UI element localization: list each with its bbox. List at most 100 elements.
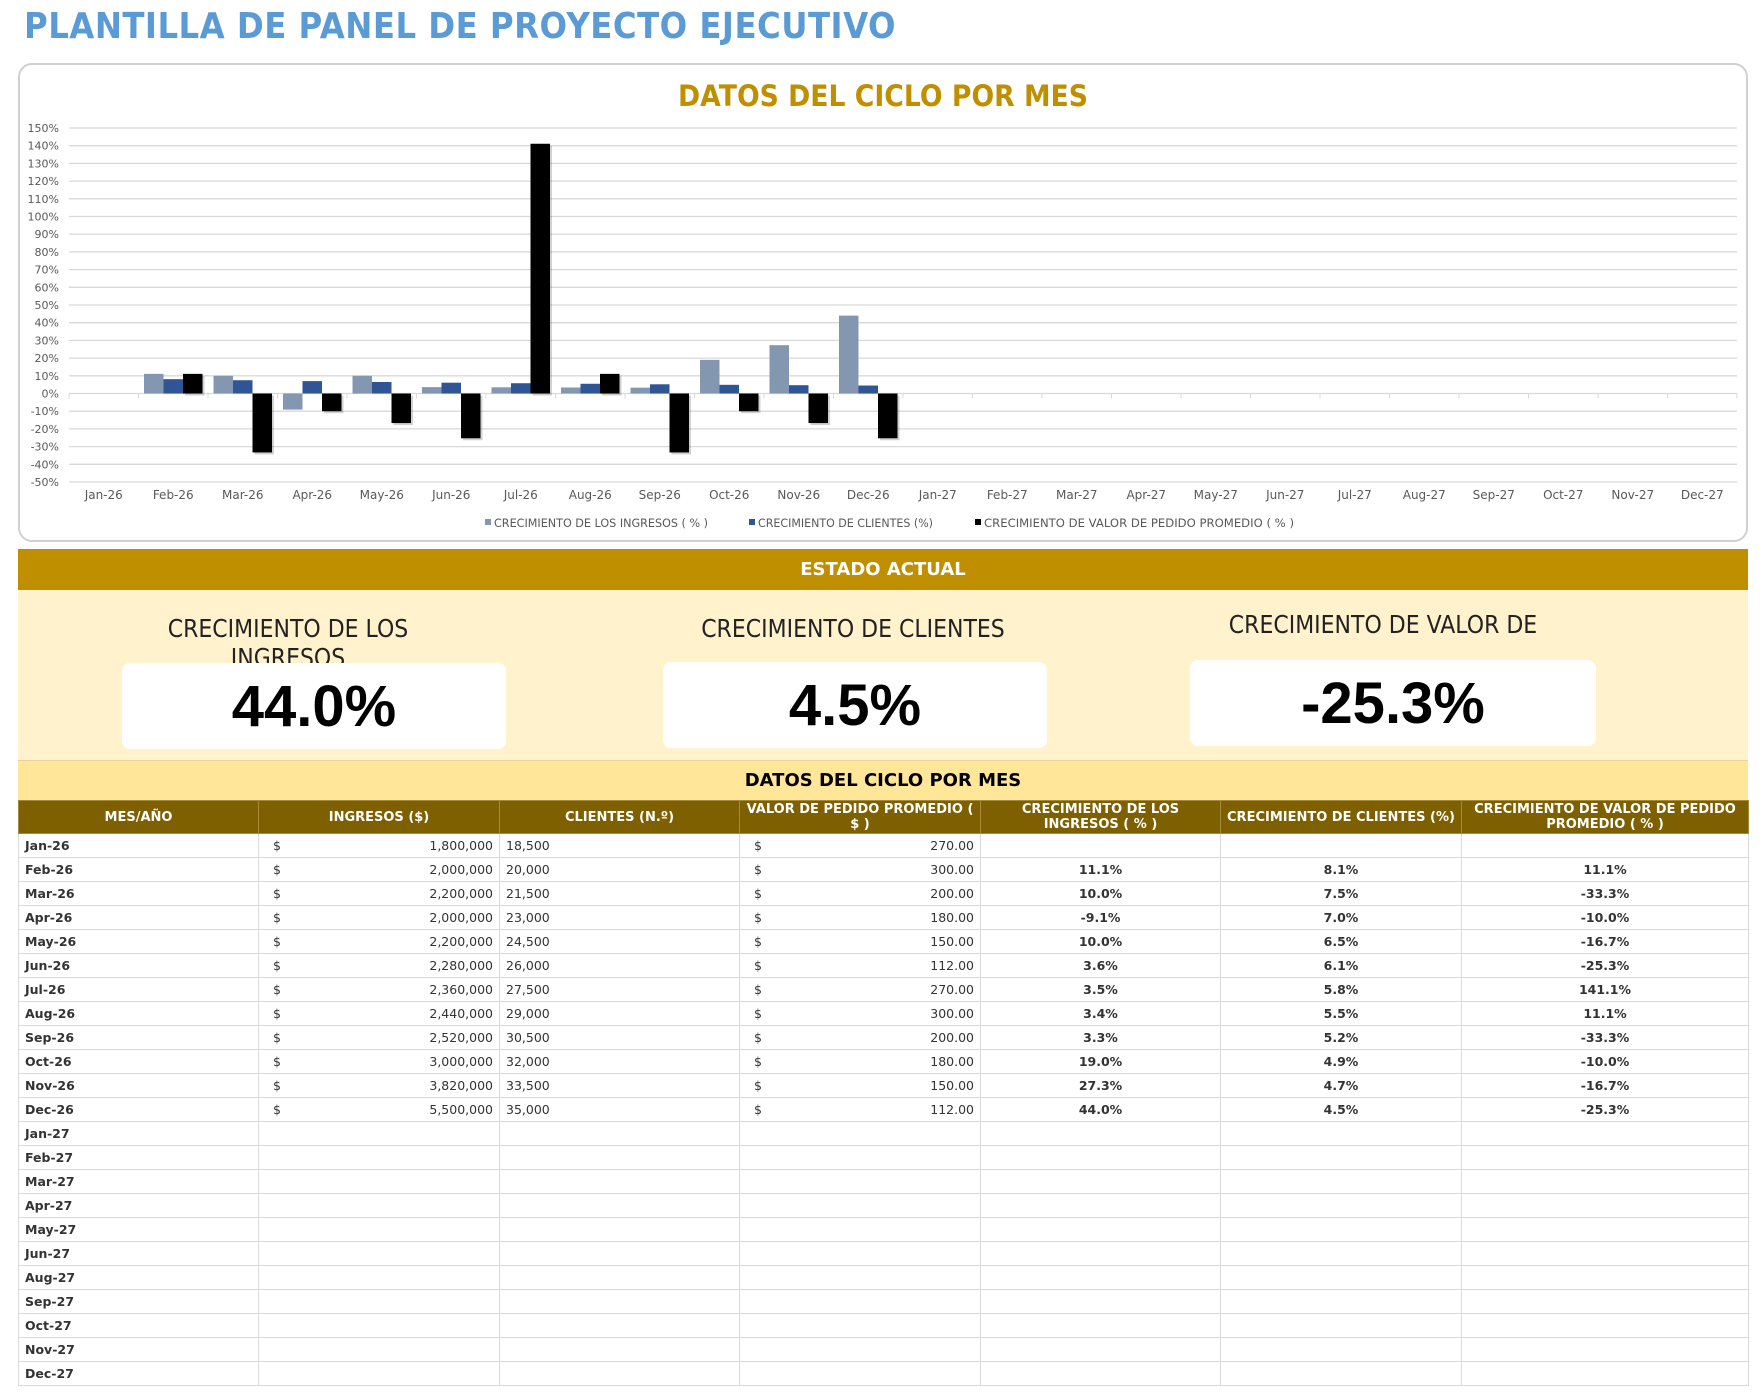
- cell-revenue[interactable]: [258, 1193, 500, 1218]
- cell-client-growth[interactable]: [1220, 1145, 1462, 1170]
- cell-revenue[interactable]: $2,280,000: [258, 953, 500, 978]
- cell-clients[interactable]: 23,000: [499, 905, 740, 930]
- cell-order-growth[interactable]: [1461, 1217, 1749, 1242]
- cell-revenue[interactable]: $2,440,000: [258, 1001, 500, 1026]
- cell-clients[interactable]: [499, 1169, 740, 1194]
- cell-order-growth[interactable]: 141.1%: [1461, 977, 1749, 1002]
- cell-month[interactable]: Oct-27: [18, 1313, 259, 1338]
- cell-avg-order[interactable]: $270.00: [739, 833, 981, 858]
- cell-clients[interactable]: 18,500: [499, 833, 740, 858]
- cell-avg-order[interactable]: [739, 1145, 981, 1170]
- cell-month[interactable]: Mar-27: [18, 1169, 259, 1194]
- cell-revenue[interactable]: $2,520,000: [258, 1025, 500, 1050]
- cell-revenue-growth[interactable]: 10.0%: [980, 881, 1221, 906]
- cell-client-growth[interactable]: 7.0%: [1220, 905, 1462, 930]
- cell-revenue-growth[interactable]: 10.0%: [980, 929, 1221, 954]
- cell-client-growth[interactable]: [1220, 1121, 1462, 1146]
- cell-avg-order[interactable]: $300.00: [739, 1001, 981, 1026]
- col-header-revenue[interactable]: INGRESOS ($): [258, 800, 500, 834]
- cell-order-growth[interactable]: -33.3%: [1461, 1025, 1749, 1050]
- cell-revenue-growth[interactable]: 3.6%: [980, 953, 1221, 978]
- cell-month[interactable]: Nov-27: [18, 1337, 259, 1362]
- cell-month[interactable]: Feb-26: [18, 857, 259, 882]
- cell-revenue-growth[interactable]: 3.5%: [980, 977, 1221, 1002]
- cell-client-growth[interactable]: [1220, 1361, 1462, 1386]
- cell-avg-order[interactable]: [739, 1337, 981, 1362]
- cell-client-growth[interactable]: [1220, 1241, 1462, 1266]
- cell-avg-order[interactable]: $112.00: [739, 953, 981, 978]
- col-header-clients[interactable]: CLIENTES (N.º): [499, 800, 740, 834]
- cell-revenue-growth[interactable]: 19.0%: [980, 1049, 1221, 1074]
- cell-client-growth[interactable]: 5.5%: [1220, 1001, 1462, 1026]
- cell-revenue-growth[interactable]: [980, 1145, 1221, 1170]
- cell-revenue-growth[interactable]: [980, 1217, 1221, 1242]
- cell-clients[interactable]: 24,500: [499, 929, 740, 954]
- cell-month[interactable]: Feb-27: [18, 1145, 259, 1170]
- cell-clients[interactable]: [499, 1289, 740, 1314]
- cell-avg-order[interactable]: [739, 1241, 981, 1266]
- cell-avg-order[interactable]: $200.00: [739, 881, 981, 906]
- cell-order-growth[interactable]: [1461, 1289, 1749, 1314]
- cell-revenue-growth[interactable]: [980, 1121, 1221, 1146]
- cell-month[interactable]: Mar-26: [18, 881, 259, 906]
- col-header-revenue-growth[interactable]: CRECIMIENTO DE LOS INGRESOS ( % ): [980, 800, 1221, 834]
- cell-order-growth[interactable]: 11.1%: [1461, 1001, 1749, 1026]
- cell-revenue-growth[interactable]: [980, 1361, 1221, 1386]
- cell-revenue[interactable]: $2,200,000: [258, 929, 500, 954]
- cell-clients[interactable]: 33,500: [499, 1073, 740, 1098]
- cell-client-growth[interactable]: 7.5%: [1220, 881, 1462, 906]
- cell-order-growth[interactable]: [1461, 1193, 1749, 1218]
- cell-client-growth[interactable]: [1220, 1169, 1462, 1194]
- cell-revenue[interactable]: [258, 1169, 500, 1194]
- cell-order-growth[interactable]: [1461, 1241, 1749, 1266]
- cell-revenue-growth[interactable]: [980, 1193, 1221, 1218]
- cell-month[interactable]: Jul-26: [18, 977, 259, 1002]
- cell-client-growth[interactable]: 4.5%: [1220, 1097, 1462, 1122]
- cell-revenue-growth[interactable]: [980, 1241, 1221, 1266]
- cell-month[interactable]: Nov-26: [18, 1073, 259, 1098]
- cell-revenue[interactable]: [258, 1145, 500, 1170]
- cell-clients[interactable]: [499, 1121, 740, 1146]
- cell-client-growth[interactable]: 5.8%: [1220, 977, 1462, 1002]
- cell-clients[interactable]: 20,000: [499, 857, 740, 882]
- cell-revenue[interactable]: $5,500,000: [258, 1097, 500, 1122]
- cell-avg-order[interactable]: [739, 1265, 981, 1290]
- cell-month[interactable]: Jan-26: [18, 833, 259, 858]
- cell-revenue-growth[interactable]: [980, 1265, 1221, 1290]
- cell-avg-order[interactable]: [739, 1193, 981, 1218]
- cell-order-growth[interactable]: [1461, 1361, 1749, 1386]
- col-header-client-growth[interactable]: CRECIMIENTO DE CLIENTES (%): [1220, 800, 1462, 834]
- cell-avg-order[interactable]: [739, 1169, 981, 1194]
- cell-client-growth[interactable]: 4.7%: [1220, 1073, 1462, 1098]
- cell-revenue[interactable]: [258, 1337, 500, 1362]
- cell-revenue[interactable]: $2,000,000: [258, 857, 500, 882]
- cell-revenue[interactable]: [258, 1289, 500, 1314]
- cell-revenue[interactable]: [258, 1265, 500, 1290]
- cell-month[interactable]: Oct-26: [18, 1049, 259, 1074]
- cell-order-growth[interactable]: [1461, 833, 1749, 858]
- cell-client-growth[interactable]: [1220, 1265, 1462, 1290]
- cell-clients[interactable]: [499, 1337, 740, 1362]
- cell-clients[interactable]: 30,500: [499, 1025, 740, 1050]
- cell-revenue-growth[interactable]: 11.1%: [980, 857, 1221, 882]
- cell-avg-order[interactable]: [739, 1121, 981, 1146]
- cell-avg-order[interactable]: $200.00: [739, 1025, 981, 1050]
- cell-revenue-growth[interactable]: 3.4%: [980, 1001, 1221, 1026]
- cell-revenue[interactable]: $3,000,000: [258, 1049, 500, 1074]
- cell-clients[interactable]: 21,500: [499, 881, 740, 906]
- cell-month[interactable]: Jun-26: [18, 953, 259, 978]
- cell-revenue[interactable]: $2,360,000: [258, 977, 500, 1002]
- cell-clients[interactable]: 29,000: [499, 1001, 740, 1026]
- cell-client-growth[interactable]: [1220, 833, 1462, 858]
- cell-avg-order[interactable]: $180.00: [739, 905, 981, 930]
- cell-avg-order[interactable]: $180.00: [739, 1049, 981, 1074]
- cell-clients[interactable]: [499, 1217, 740, 1242]
- cell-clients[interactable]: 32,000: [499, 1049, 740, 1074]
- cell-order-growth[interactable]: [1461, 1121, 1749, 1146]
- col-header-month[interactable]: MES/AÑO: [18, 800, 259, 834]
- cell-order-growth[interactable]: -25.3%: [1461, 1097, 1749, 1122]
- cell-revenue-growth[interactable]: [980, 1337, 1221, 1362]
- cell-clients[interactable]: [499, 1145, 740, 1170]
- cell-clients[interactable]: [499, 1313, 740, 1338]
- cell-order-growth[interactable]: [1461, 1265, 1749, 1290]
